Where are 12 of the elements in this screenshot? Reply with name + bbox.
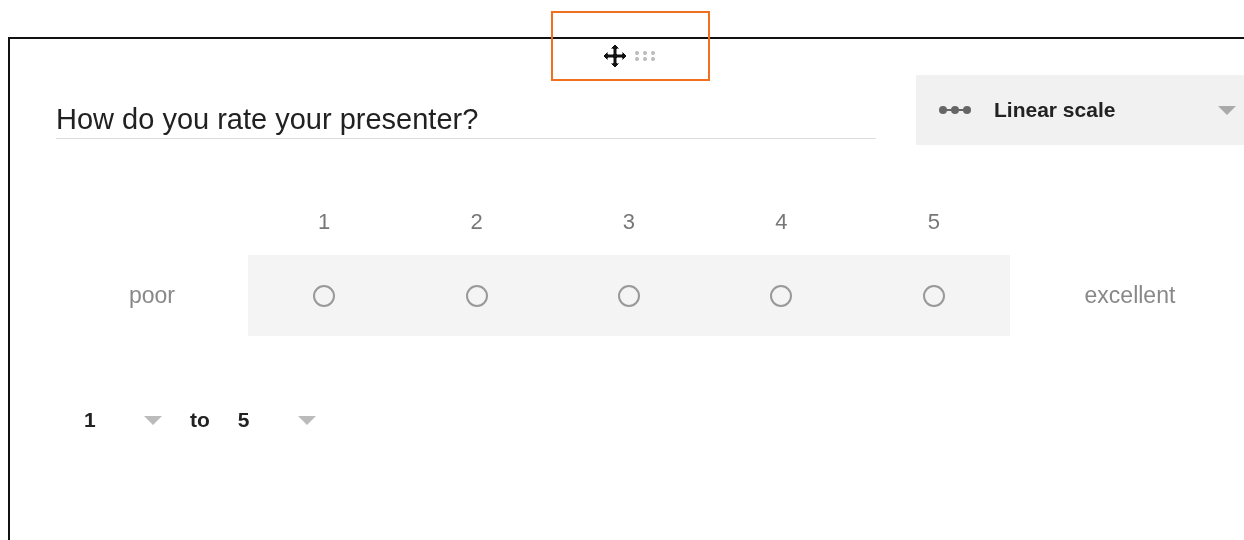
range-from-dropdown[interactable]: 1	[84, 408, 142, 432]
scale-number: 1	[318, 209, 331, 236]
scale-number: 4	[775, 209, 788, 236]
scale-number: 3	[622, 209, 636, 236]
scale-number: 2	[470, 209, 483, 236]
question-type-dropdown[interactable]: Linear scale	[916, 75, 1244, 145]
high-label: excellent	[1084, 282, 1176, 309]
range-to-dropdown[interactable]: 5	[237, 408, 296, 432]
question-title-field[interactable]: How do you rate your presenter?	[56, 75, 876, 139]
range-separator: to	[190, 408, 210, 432]
low-label: poor	[128, 282, 175, 309]
scale-number: 5	[927, 209, 940, 236]
